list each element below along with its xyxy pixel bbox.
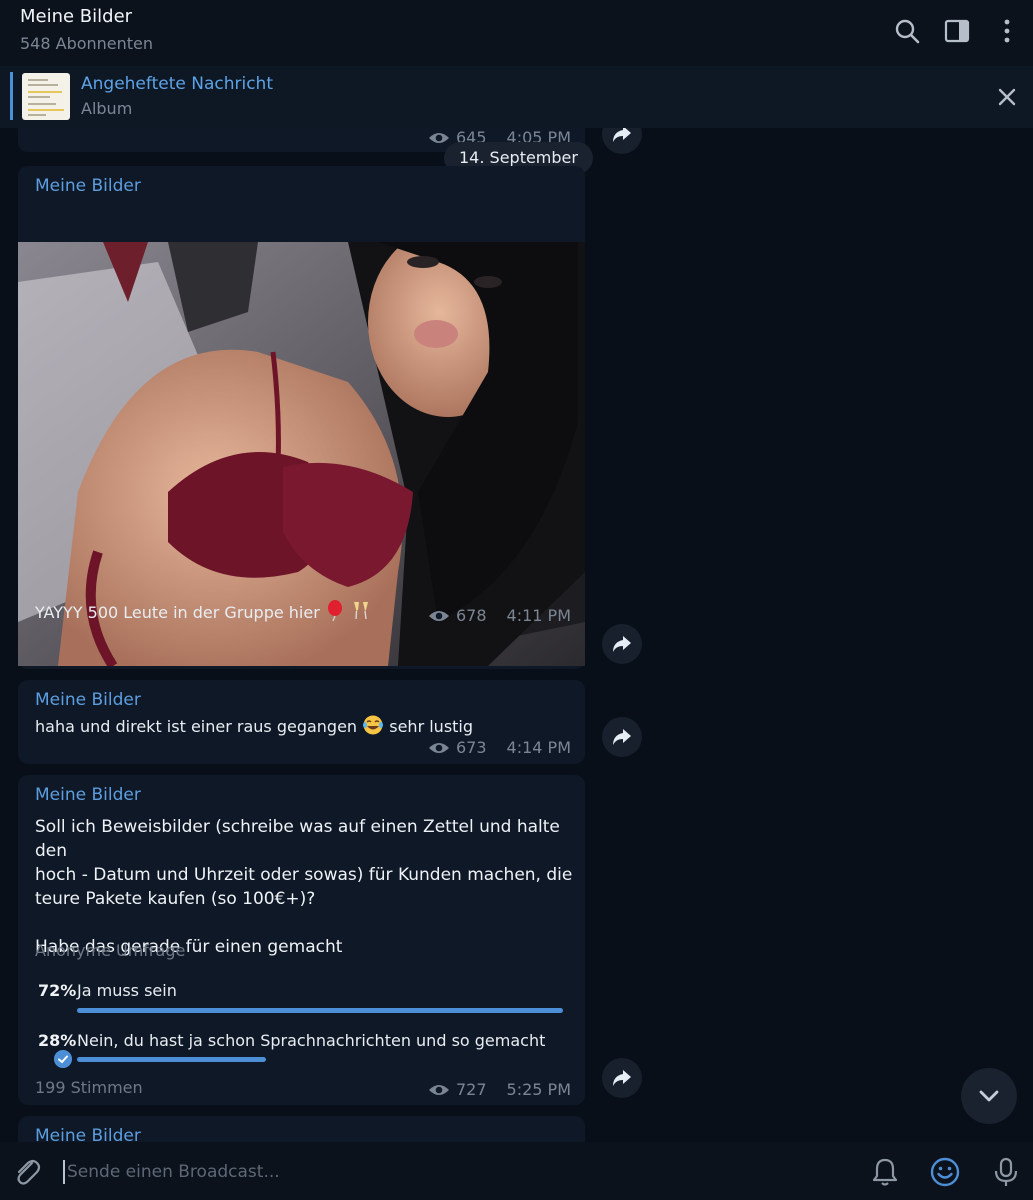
chat-header: Meine Bilder 548 Abonnenten (0, 0, 1033, 66)
eye-icon (428, 742, 449, 753)
share-icon (613, 128, 631, 142)
message-meta: 673 4:14 PM (428, 738, 571, 757)
subscriber-count: 548 Abonnenten (20, 34, 154, 53)
sender-name[interactable]: Meine Bilder (35, 1126, 141, 1142)
forward-button[interactable] (602, 1058, 642, 1098)
search-icon[interactable] (892, 16, 922, 46)
sender-name[interactable]: Meine Bilder (35, 690, 141, 710)
message-text-part: haha und direkt ist einer raus gegangen (35, 717, 358, 736)
scroll-to-bottom-button[interactable] (961, 1068, 1017, 1124)
pinned-subtitle: Album (81, 99, 133, 118)
attach-icon[interactable] (10, 1155, 44, 1189)
eye-icon (428, 1084, 449, 1095)
poll-option-percent: 72% (38, 981, 77, 1000)
pinned-title: Angeheftete Nachricht (81, 74, 273, 94)
poll-question-line: teure Pakete kaufen (so 100€+)? (35, 889, 316, 909)
message-bubble-poll[interactable]: Meine Bilder Soll ich Beweisbilder (schr… (18, 775, 585, 1105)
poll-votes[interactable]: 199 Stimmen (35, 1078, 143, 1097)
balloon-icon (327, 600, 342, 622)
pinned-thumbnail (22, 73, 70, 120)
message-time: 5:25 PM (506, 1080, 571, 1099)
microphone-icon[interactable] (989, 1155, 1023, 1189)
poll-option-label[interactable]: Nein, du hast ja schon Sprachnachrichten… (77, 1031, 545, 1050)
tears-of-joy-icon (363, 715, 384, 735)
eye-icon (428, 610, 449, 621)
poll-question: Soll ich Beweisbilder (schreibe was auf … (35, 815, 575, 959)
message-meta: 678 4:11 PM (428, 606, 571, 625)
pinned-indicator (10, 72, 13, 120)
message-time: 4:14 PM (506, 738, 571, 757)
message-list[interactable]: 645 4:05 PM 14. September Meine Bilder Y… (0, 128, 1033, 1142)
sender-name[interactable]: Meine Bilder (35, 785, 141, 805)
message-meta: 727 5:25 PM (428, 1080, 571, 1099)
message-text-part: sehr lustig (389, 717, 474, 736)
channel-title[interactable]: Meine Bilder (20, 6, 132, 27)
poll-option-bar (77, 1008, 563, 1013)
message-text: haha und direkt ist einer raus gegangen … (35, 714, 473, 736)
message-bubble-partial[interactable]: Meine Bilder (18, 1116, 585, 1142)
view-count: 673 (455, 738, 487, 757)
share-icon (613, 636, 631, 652)
message-bubble-photo[interactable]: Meine Bilder YAYYY 500 Leute in der Grup… (18, 166, 585, 669)
forward-button[interactable] (602, 128, 642, 154)
more-vertical-icon[interactable] (992, 16, 1022, 46)
message-bubble-text[interactable]: Meine Bilder haha und direkt ist einer r… (18, 680, 585, 764)
share-icon (613, 1070, 631, 1086)
checkmark-icon (54, 1050, 72, 1068)
emoji-icon[interactable] (928, 1155, 962, 1189)
text-cursor (63, 1160, 65, 1184)
view-count: 678 (455, 606, 487, 625)
message-input[interactable]: Sende einen Broadcast... (67, 1162, 280, 1182)
caption-text: YAYYY 500 Leute in der Gruppe hier (35, 603, 320, 622)
sender-name[interactable]: Meine Bilder (35, 176, 141, 196)
champagne-glasses-icon (353, 602, 368, 620)
poll-option-bar (77, 1057, 266, 1062)
poll-question-line (35, 911, 575, 935)
poll-question-line: hoch - Datum und Uhrzeit oder sowas) für… (35, 865, 573, 885)
poll-option-label[interactable]: Ja muss sein (77, 981, 177, 1000)
share-icon (613, 729, 631, 745)
pinned-message-bar[interactable]: Angeheftete Nachricht Album (0, 66, 1033, 129)
close-icon[interactable] (994, 84, 1020, 110)
poll-type-label: Anonyme Umfrage (35, 941, 186, 960)
forward-button[interactable] (602, 624, 642, 664)
poll-question-line: Soll ich Beweisbilder (schreibe was auf … (35, 817, 560, 861)
eye-icon (428, 132, 449, 143)
photo-caption: YAYYY 500 Leute in der Gruppe hier (35, 600, 372, 622)
message-time: 4:11 PM (506, 606, 571, 625)
chevron-down-icon (979, 1090, 999, 1102)
forward-button[interactable] (602, 717, 642, 757)
sidebar-icon[interactable] (942, 16, 972, 46)
view-count: 727 (455, 1080, 487, 1099)
poll-option-percent: 28% (38, 1031, 77, 1050)
bell-icon[interactable] (868, 1155, 902, 1189)
